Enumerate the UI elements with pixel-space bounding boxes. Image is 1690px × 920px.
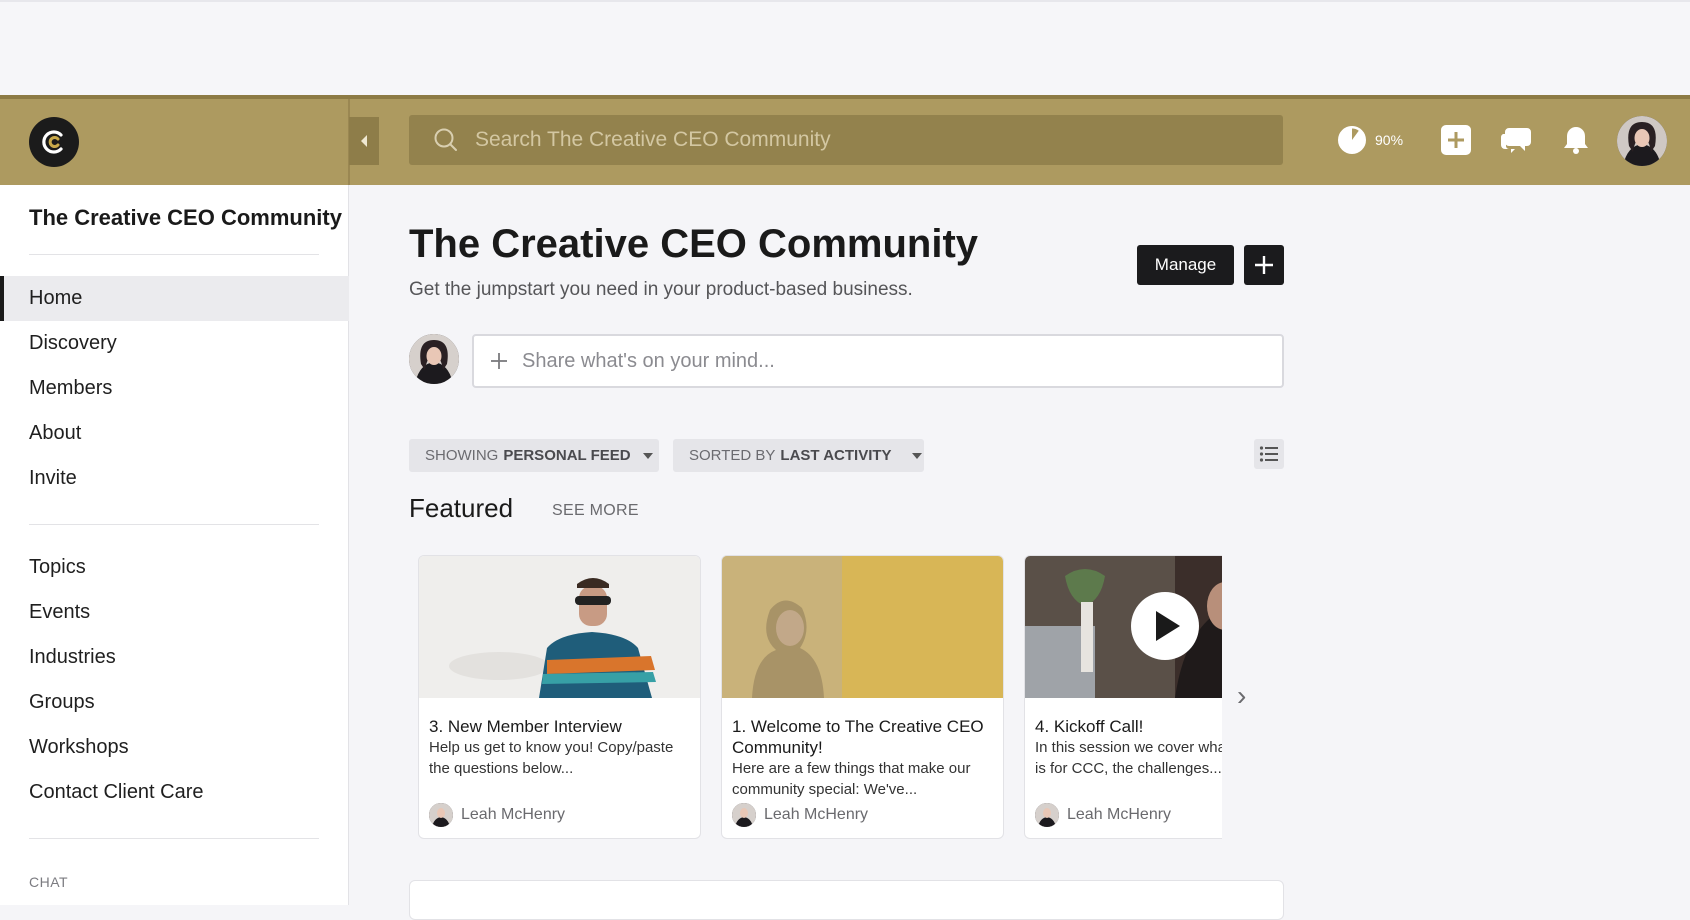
featured-card[interactable]: 3. New Member Interview Help us get to k… xyxy=(418,555,701,839)
add-icon xyxy=(1441,125,1471,155)
plus-icon xyxy=(491,353,507,369)
card-excerpt: Help us get to know you! Copy/paste the … xyxy=(429,739,674,777)
sidebar-item-discovery[interactable]: Discovery xyxy=(0,321,349,366)
bell-icon xyxy=(1564,127,1588,154)
card-author[interactable]: Leah McHenry xyxy=(732,803,868,827)
collapse-sidebar-button[interactable] xyxy=(349,117,379,165)
divider xyxy=(29,524,319,525)
sidebar-item-label: Members xyxy=(29,377,113,399)
post-composer[interactable] xyxy=(472,334,1284,388)
add-content-button[interactable] xyxy=(1439,123,1473,157)
card-image xyxy=(722,556,1003,698)
messages-button[interactable] xyxy=(1499,123,1533,157)
sidebar-item-industries[interactable]: Industries xyxy=(0,635,349,680)
card-excerpt: In this session we cover what the vision… xyxy=(1035,739,1222,777)
sidebar-item-label: Discovery xyxy=(29,332,117,354)
sidebar-item-groups[interactable]: Groups xyxy=(0,680,349,725)
feed-filter-value: PERSONAL FEED xyxy=(503,447,631,464)
author-avatar xyxy=(732,803,756,827)
sidebar-item-about[interactable]: About xyxy=(0,411,349,456)
progress-icon xyxy=(1338,126,1366,154)
divider xyxy=(29,254,319,255)
sidebar-item-label: Topics xyxy=(29,556,86,578)
search-bar[interactable] xyxy=(409,115,1283,165)
sidebar-item-events[interactable]: Events xyxy=(0,590,349,635)
progress-text: 90% xyxy=(1375,132,1404,148)
sidebar-item-label: Workshops xyxy=(29,736,129,758)
sidebar: The Creative CEO Community Home Discover… xyxy=(0,185,349,905)
author-avatar xyxy=(1035,803,1059,827)
card-image xyxy=(419,556,700,698)
user-avatar[interactable] xyxy=(1617,116,1667,166)
feed-filter-dropdown[interactable]: SHOWING PERSONAL FEED xyxy=(409,439,659,472)
card-author[interactable]: Leah McHenry xyxy=(1035,803,1171,827)
see-more-link[interactable]: SEE MORE xyxy=(552,502,639,520)
card-author[interactable]: Leah McHenry xyxy=(429,803,565,827)
logo-icon[interactable] xyxy=(29,117,79,167)
featured-card[interactable]: 4. Kickoff Call! In this session we cove… xyxy=(1024,555,1222,839)
featured-heading: Featured xyxy=(409,493,514,523)
sidebar-item-label: Industries xyxy=(29,646,116,668)
sidebar-item-label: Contact Client Care xyxy=(29,781,204,803)
avatar xyxy=(409,334,459,384)
sidebar-item-home[interactable]: Home xyxy=(0,276,349,321)
card-title: 4. Kickoff Call! xyxy=(1035,717,1144,736)
featured-card[interactable]: 1. Welcome to The Creative CEO Community… xyxy=(721,555,1004,839)
caret-down-icon xyxy=(642,452,653,459)
author-name: Leah McHenry xyxy=(461,806,566,823)
sidebar-item-label: Groups xyxy=(29,691,95,713)
community-title[interactable]: The Creative CEO Community xyxy=(29,205,342,231)
feed-filter-prefix: SHOWING xyxy=(425,447,499,464)
sidebar-item-label: Home xyxy=(29,287,83,309)
sort-filter-prefix: SORTED BY xyxy=(689,447,776,464)
sidebar-item-label: Events xyxy=(29,601,91,623)
search-icon xyxy=(434,128,457,151)
page-subtitle: Get the jumpstart you need in your produ… xyxy=(409,279,913,300)
chevron-left-icon xyxy=(361,135,367,147)
sidebar-item-workshops[interactable]: Workshops xyxy=(0,725,349,770)
sidebar-item-members[interactable]: Members xyxy=(0,366,349,411)
card-excerpt: Here are a few things that make our comm… xyxy=(732,760,971,798)
profile-progress[interactable]: 90% xyxy=(1337,125,1403,155)
page-title: The Creative CEO Community xyxy=(409,222,979,266)
browser-top-strip xyxy=(0,0,1690,96)
sidebar-item-label: Invite xyxy=(29,467,77,489)
manage-button[interactable]: Manage xyxy=(1137,245,1234,285)
author-name: Leah McHenry xyxy=(1067,806,1172,823)
card-title: 3. New Member Interview xyxy=(429,717,622,736)
divider xyxy=(29,838,319,839)
notifications-button[interactable] xyxy=(1559,123,1593,157)
author-avatar xyxy=(429,803,453,827)
card-video-thumbnail[interactable] xyxy=(1025,556,1222,698)
plus-icon xyxy=(1255,256,1273,274)
carousel-next-icon[interactable]: › xyxy=(1237,680,1246,712)
add-button[interactable] xyxy=(1244,245,1284,285)
caret-down-icon xyxy=(911,452,922,459)
sort-filter-dropdown[interactable]: SORTED BY LAST ACTIVITY xyxy=(673,439,924,472)
chat-icon xyxy=(1500,128,1531,153)
sidebar-item-contact-client-care[interactable]: Contact Client Care xyxy=(0,770,349,815)
composer-input[interactable] xyxy=(522,349,1222,373)
chat-section-label: CHAT xyxy=(29,874,69,890)
sort-filter-value: LAST ACTIVITY xyxy=(780,447,892,464)
list-view-toggle[interactable] xyxy=(1254,439,1284,469)
featured-carousel: 3. New Member Interview Help us get to k… xyxy=(418,555,1222,840)
sidebar-item-invite[interactable]: Invite xyxy=(0,456,349,501)
feed-post-card xyxy=(409,880,1284,920)
author-name: Leah McHenry xyxy=(764,806,869,823)
top-bar: 90% xyxy=(0,95,1690,185)
search-input[interactable] xyxy=(475,128,1255,152)
sidebar-item-label: About xyxy=(29,422,82,444)
card-title: 1. Welcome to The Creative CEO Community… xyxy=(732,717,984,757)
list-icon xyxy=(1259,446,1278,462)
sidebar-item-topics[interactable]: Topics xyxy=(0,545,349,590)
